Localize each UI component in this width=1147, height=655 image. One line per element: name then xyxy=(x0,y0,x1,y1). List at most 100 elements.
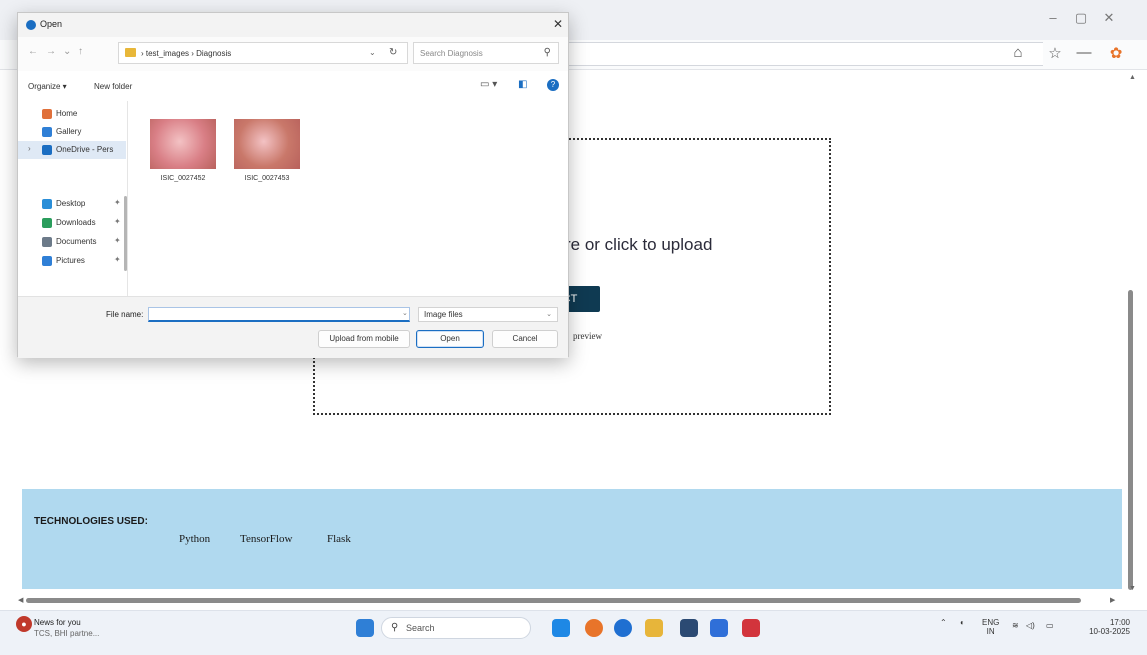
back-arrow-icon[interactable]: ← xyxy=(28,46,38,57)
scroll-right-icon[interactable]: ▶ xyxy=(1110,596,1115,604)
open-button[interactable]: Open xyxy=(416,330,484,348)
nav-pane-scrollbar[interactable] xyxy=(124,196,127,271)
file-name-field-label: File name: xyxy=(106,310,144,319)
nav-item-onedrive[interactable]: › OneDrive - Pers xyxy=(18,141,126,159)
dialog-footer xyxy=(18,296,568,358)
folder-icon xyxy=(125,48,136,57)
new-folder-button[interactable]: New folder xyxy=(94,82,132,91)
up-arrow-icon[interactable]: ↑ xyxy=(78,46,83,57)
upload-from-mobile-button[interactable]: Upload from mobile xyxy=(318,330,410,348)
news-icon[interactable]: ● xyxy=(16,616,32,632)
reader-icon[interactable]: ⌂ xyxy=(1008,44,1028,61)
vscode-icon[interactable] xyxy=(645,619,663,637)
maximize-icon[interactable]: ▢ xyxy=(1072,10,1090,26)
nav-item-label: OneDrive - Pers xyxy=(56,145,114,154)
nav-item-label: Desktop xyxy=(56,199,86,208)
pin-icon: ✦ xyxy=(114,236,121,245)
address-bar[interactable] xyxy=(565,42,1043,66)
edge-icon[interactable] xyxy=(585,619,603,637)
taskbar-search-placeholder: Search xyxy=(406,623,435,633)
nav-item-pictures[interactable]: Pictures ✦ xyxy=(18,252,126,270)
copilot-icon[interactable]: ✿ xyxy=(1106,44,1126,62)
desktop-icon xyxy=(42,199,52,209)
horizontal-scroll-thumb[interactable] xyxy=(26,598,1081,603)
more-icon[interactable]: — xyxy=(1074,44,1094,61)
file-item[interactable]: ISIC_0027452 xyxy=(148,119,218,189)
file-item[interactable]: ISIC_0027453 xyxy=(232,119,302,189)
mcafee-icon[interactable] xyxy=(775,619,793,637)
pin-icon: ✦ xyxy=(114,255,121,264)
cancel-button[interactable]: Cancel xyxy=(492,330,558,348)
nav-item-home[interactable]: Home xyxy=(18,105,126,123)
minimize-icon[interactable]: – xyxy=(1044,10,1062,25)
search-icon: ⚲ xyxy=(391,622,399,633)
view-options-icon[interactable]: ▭ ▾ xyxy=(480,79,497,90)
home-icon xyxy=(42,109,52,119)
technologies-title: TECHNOLOGIES USED: xyxy=(34,516,148,527)
close-window-icon[interactable]: ✕ xyxy=(1100,10,1118,26)
file-name-dropdown-icon[interactable]: ⌄ xyxy=(402,309,408,317)
refresh-icon[interactable]: ↻ xyxy=(389,47,397,58)
nav-item-label: Gallery xyxy=(56,127,82,136)
technologies-section: TECHNOLOGIES USED: Python TensorFlow Fla… xyxy=(22,489,1122,589)
taskbar xyxy=(0,610,1147,655)
scroll-left-icon[interactable]: ◀ xyxy=(18,596,23,604)
tech-item: Flask xyxy=(327,533,351,545)
nav-item-gallery[interactable]: Gallery xyxy=(18,123,126,141)
clock-time: 17:00 xyxy=(1109,618,1130,627)
taskbar-search[interactable]: ⚲ Search xyxy=(381,617,531,639)
photos-icon[interactable] xyxy=(742,619,760,637)
path-breadcrumb[interactable]: › test_images › Diagnosis ⌄ ↻ xyxy=(118,42,408,64)
pictures-icon xyxy=(42,256,52,266)
search-icon: ⚲ xyxy=(543,47,551,58)
image-thumbnail xyxy=(234,119,300,169)
scroll-up-icon[interactable]: ▲ xyxy=(1129,74,1136,81)
task-view-icon[interactable] xyxy=(552,619,570,637)
path-dropdown-icon[interactable]: ⌄ xyxy=(369,48,376,57)
clock[interactable]: 17:00 10-03-2025 xyxy=(1074,618,1130,636)
news-title: News for you xyxy=(34,618,81,627)
favorites-icon[interactable]: ☆ xyxy=(1045,44,1065,62)
open-file-dialog: Open ✕ ← → ⌄ ↑ › test_images › Diagnosis… xyxy=(17,12,569,358)
tray-app-icon[interactable]: ◐ xyxy=(960,618,965,627)
volume-icon[interactable]: ◁) xyxy=(1026,621,1035,630)
nav-item-documents[interactable]: Documents ✦ xyxy=(18,233,126,251)
nav-item-label: Pictures xyxy=(56,256,85,265)
file-type-value: Image files xyxy=(424,310,463,319)
start-icon[interactable] xyxy=(356,619,374,637)
dialog-close-icon[interactable]: ✕ xyxy=(553,17,563,31)
language-top: ENG xyxy=(982,618,1000,627)
battery-icon[interactable]: ▭ xyxy=(1046,621,1054,630)
chrome-icon[interactable] xyxy=(614,619,632,637)
forward-arrow-icon[interactable]: → xyxy=(46,46,56,57)
file-type-select[interactable]: Image files ⌄ xyxy=(418,307,558,322)
language-indicator[interactable]: ENG IN xyxy=(982,618,999,636)
tray-chevron-icon[interactable]: ⌃ xyxy=(940,618,947,627)
nav-item-label: Home xyxy=(56,109,78,118)
edge-title-icon xyxy=(26,20,36,30)
scroll-down-icon[interactable]: ▼ xyxy=(1129,585,1136,592)
recent-chevron-icon[interactable]: ⌄ xyxy=(63,46,71,57)
nav-item-downloads[interactable]: Downloads ✦ xyxy=(18,214,126,232)
news-subtitle: TCS, BHI partne... xyxy=(34,629,100,638)
vertical-scroll-thumb[interactable] xyxy=(1128,290,1133,590)
breadcrumb-path: › test_images › Diagnosis xyxy=(141,49,232,58)
news-widget[interactable]: News for you TCS, BHI partne... xyxy=(34,617,99,639)
chevron-down-icon: ⌄ xyxy=(546,311,552,318)
nav-item-desktop[interactable]: Desktop ✦ xyxy=(18,195,126,213)
wifi-icon[interactable]: ≋ xyxy=(1012,621,1019,630)
nav-item-label: Downloads xyxy=(56,218,96,227)
nav-item-label: Documents xyxy=(56,237,97,246)
expand-chevron-icon[interactable]: › xyxy=(28,144,31,153)
documents-icon xyxy=(42,237,52,247)
preview-pane-icon[interactable]: ◧ xyxy=(518,79,527,90)
downloads-icon xyxy=(42,218,52,228)
store-icon[interactable] xyxy=(710,619,728,637)
pin-icon: ✦ xyxy=(114,217,121,226)
tech-item: Python xyxy=(179,533,211,545)
help-icon[interactable]: ? xyxy=(547,79,559,91)
file-name-input[interactable] xyxy=(148,307,410,322)
file-explorer-icon[interactable] xyxy=(680,619,698,637)
organize-button[interactable]: Organize ▾ xyxy=(28,82,67,91)
dialog-search-input[interactable]: Search Diagnosis ⚲ xyxy=(413,42,559,64)
